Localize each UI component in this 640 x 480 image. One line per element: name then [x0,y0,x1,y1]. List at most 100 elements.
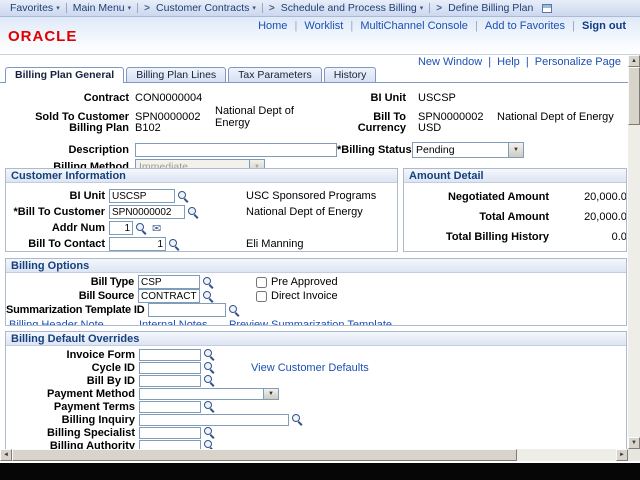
breadcrumb-label: Favorites [10,2,53,14]
breadcrumb-item-customer-contracts[interactable]: Customer Contracts ▾ [152,2,260,14]
bill-by-id-input[interactable] [139,375,201,387]
total-billing-history-row: Total Billing History 0.00 [404,227,626,247]
dropdown-arrow-icon[interactable]: ▼ [263,389,278,399]
breadcrumb-item-schedule-process-billing[interactable]: Schedule and Process Billing ▾ [277,2,428,14]
breadcrumb-item-favorites[interactable]: Favorites ▾ [6,2,64,14]
direct-invoice-field: Direct Invoice [256,290,338,302]
breadcrumb-item-define-billing-plan[interactable]: Define Billing Plan [444,2,537,14]
cycle-id-row: Cycle ID View Customer Defaults [6,361,626,374]
horizontal-scroll-track[interactable] [12,449,616,461]
billing-inquiry-lookup-icon[interactable] [291,413,304,426]
billing-plan-label: Billing Plan [0,122,135,134]
bi-unit-value: USCSP [418,92,497,104]
payment-terms-lookup-icon[interactable] [203,400,216,413]
scroll-up-icon[interactable]: ▲ [628,55,640,67]
payment-terms-row: Payment Terms [6,400,626,413]
description-input[interactable] [135,143,337,157]
bi-unit-label: BI Unit [6,190,109,202]
envelope-icon[interactable]: ✉ [152,222,161,235]
scroll-left-icon[interactable]: ◄ [0,449,12,461]
cycle-id-lookup-icon[interactable] [203,361,216,374]
bill-type-lookup-icon[interactable] [202,276,215,289]
link-separator: | [475,20,478,32]
breadcrumb-divider [137,3,138,13]
payment-method-row: Payment Method ▼ [6,387,626,400]
tab-history[interactable]: History [324,67,377,82]
summarization-template-label: Summarization Template ID [6,304,148,316]
bill-source-lookup-icon[interactable] [202,290,215,303]
breadcrumb: Favorites ▾ Main Menu ▾ > Customer Contr… [0,0,640,17]
bill-to-customer-input[interactable] [109,205,185,219]
vertical-scroll-track[interactable] [628,67,640,437]
vertical-scroll-thumb[interactable] [628,67,640,125]
tab-tax-parameters[interactable]: Tax Parameters [228,67,322,82]
bill-to-contact-lookup-icon[interactable] [168,238,181,251]
billing-authority-lookup-icon[interactable] [203,439,216,449]
cycle-id-input[interactable] [139,362,201,374]
preview-summarization-template-link[interactable]: Preview Summarization Template [229,319,392,326]
billing-authority-input[interactable] [139,440,201,450]
invoice-form-lookup-icon[interactable] [203,348,216,361]
multichannel-console-link[interactable]: MultiChannel Console [360,20,468,32]
horizontal-scrollbar[interactable]: ◄ ► [0,449,628,461]
sold-to-customer-desc: National Dept of Energy [215,105,330,129]
billing-status-select[interactable]: Pending ▼ [412,142,524,158]
addr-num-row: Addr Num ✉ [6,220,397,236]
bill-source-input[interactable] [138,289,200,303]
addr-num-lookup-icon[interactable] [135,222,148,235]
total-amount-value: 20,000.00 [557,211,627,223]
bi-unit-lookup-icon[interactable] [177,190,190,203]
billing-header-note-link[interactable]: Billing Header Note [9,319,104,326]
tab-billing-plan-lines[interactable]: Billing Plan Lines [126,67,226,82]
bill-source-label: Bill Source [6,290,138,302]
summarization-template-input[interactable] [148,303,226,317]
summarization-template-row: Summarization Template ID [6,303,626,317]
scroll-down-icon[interactable]: ▼ [628,437,640,449]
group-title: Amount Detail [404,169,626,183]
invoice-form-input[interactable] [139,349,201,361]
payment-terms-input[interactable] [139,401,201,413]
pre-approved-checkbox[interactable] [256,277,267,288]
contract-value: CON0000004 [135,92,215,104]
summarization-template-lookup-icon[interactable] [228,304,241,317]
breadcrumb-item-main-menu[interactable]: Main Menu ▾ [69,2,135,14]
link-separator: | [294,20,297,32]
worklist-link[interactable]: Worklist [304,20,343,32]
bill-to-contact-row: Bill To Contact Eli Manning [6,236,397,252]
cycle-id-label: Cycle ID [6,362,139,374]
bill-to-customer-lookup-icon[interactable] [187,206,200,219]
notify-window-icon[interactable] [542,4,552,13]
scroll-right-icon[interactable]: ► [616,449,628,461]
billing-inquiry-input[interactable] [139,414,289,426]
invoice-form-label: Invoice Form [6,349,139,361]
horizontal-scroll-thumb[interactable] [12,449,517,461]
billing-plan-value: B102 [135,122,215,134]
dropdown-arrow-icon[interactable]: ▼ [508,143,523,157]
billing-authority-row: Billing Authority [6,439,626,449]
billing-specialist-input[interactable] [139,427,201,439]
vertical-scrollbar[interactable]: ▲ ▼ [628,55,640,449]
customer-information-group: Customer Information BI Unit USC Sponsor… [5,168,398,252]
billing-status-value: Pending [413,143,508,157]
sign-out-link[interactable]: Sign out [582,20,626,32]
bi-unit-input[interactable] [109,189,175,203]
add-to-favorites-link[interactable]: Add to Favorites [485,20,565,32]
payment-method-select[interactable]: ▼ [139,388,279,400]
direct-invoice-checkbox[interactable] [256,291,267,302]
billing-specialist-lookup-icon[interactable] [203,426,216,439]
tab-billing-plan-general[interactable]: Billing Plan General [5,67,124,83]
group-title: Customer Information [6,169,397,183]
addr-num-input[interactable] [109,221,133,235]
bill-by-id-label: Bill By ID [6,375,139,387]
home-link[interactable]: Home [258,20,287,32]
bill-to-contact-input[interactable] [109,237,166,251]
direct-invoice-label: Direct Invoice [271,290,338,302]
bill-type-input[interactable] [138,275,200,289]
amount-detail-group: Amount Detail Negotiated Amount 20,000.0… [403,168,627,252]
view-customer-defaults-link[interactable]: View Customer Defaults [251,362,369,374]
bill-by-id-lookup-icon[interactable] [203,374,216,387]
summary-row: Contract CON0000004 BI Unit USCSP [0,90,628,105]
page-content: Contract CON0000004 BI Unit USCSP Sold T… [0,84,628,449]
payment-method-value [140,389,263,399]
internal-notes-link[interactable]: Internal Notes [139,319,207,326]
